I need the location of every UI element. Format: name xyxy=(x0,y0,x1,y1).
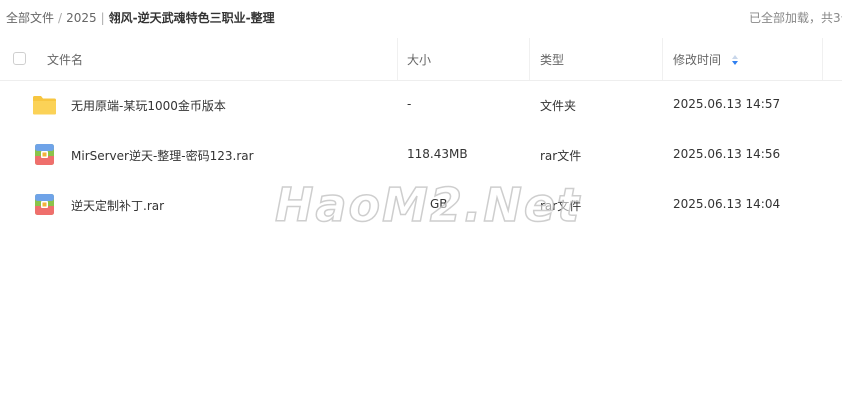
column-header-name[interactable]: 文件名 xyxy=(47,51,83,68)
breadcrumb-all-files[interactable]: 全部文件 xyxy=(6,9,54,26)
column-divider xyxy=(822,38,823,80)
file-row[interactable]: 逆天定制补丁.rar GB rar文件 2025.06.13 14:04 xyxy=(0,180,842,230)
column-header-size[interactable]: 大小 xyxy=(407,51,431,68)
file-row[interactable]: MirServer逆天-整理-密码123.rar 118.43MB rar文件 … xyxy=(0,130,842,180)
file-name[interactable]: MirServer逆天-整理-密码123.rar xyxy=(71,147,254,164)
file-modified: 2025.06.13 14:04 xyxy=(673,197,781,211)
breadcrumb-current-folder: 翎风-逆天武魂特色三职业-整理 xyxy=(108,11,275,25)
column-header-modified[interactable]: 修改时间 xyxy=(673,51,721,68)
folder-icon xyxy=(33,96,56,115)
column-divider xyxy=(397,38,398,80)
column-header-type[interactable]: 类型 xyxy=(540,51,564,68)
file-modified: 2025.06.13 14:57 xyxy=(673,97,781,111)
column-divider xyxy=(529,38,530,80)
breadcrumb: 全部文件 / 2025 | 翎风-逆天武魂特色三职业-整理 xyxy=(6,9,275,26)
rar-archive-icon xyxy=(35,144,54,165)
select-all-checkbox[interactable] xyxy=(13,52,26,65)
file-modified: 2025.06.13 14:56 xyxy=(673,147,781,161)
file-size: - xyxy=(407,97,412,111)
file-list-header: 文件名 大小 类型 修改时间 xyxy=(0,38,842,81)
file-browser: 全部文件 / 2025 | 翎风-逆天武魂特色三职业-整理 已全部加载，共3个 … xyxy=(0,0,842,407)
breadcrumb-separator: | xyxy=(100,10,105,25)
file-type: rar文件 xyxy=(540,199,582,213)
file-type: rar文件 xyxy=(540,149,582,163)
breadcrumb-2025[interactable]: 2025 xyxy=(66,11,97,25)
column-divider xyxy=(662,38,663,80)
loaded-status: 已全部加载，共3个 xyxy=(749,11,842,25)
breadcrumb-separator: / xyxy=(58,10,63,25)
file-type: 文件夹 xyxy=(540,99,577,113)
file-size: 118.43MB xyxy=(407,147,468,161)
sort-arrows-icon[interactable] xyxy=(731,54,739,66)
file-row[interactable]: 无用原端-某玩1000金币版本 - 文件夹 2025.06.13 14:57 xyxy=(0,80,842,130)
file-name[interactable]: 无用原端-某玩1000金币版本 xyxy=(71,97,226,114)
file-size: GB xyxy=(430,197,448,211)
rar-archive-icon xyxy=(35,194,54,215)
file-name[interactable]: 逆天定制补丁.rar xyxy=(71,197,164,214)
